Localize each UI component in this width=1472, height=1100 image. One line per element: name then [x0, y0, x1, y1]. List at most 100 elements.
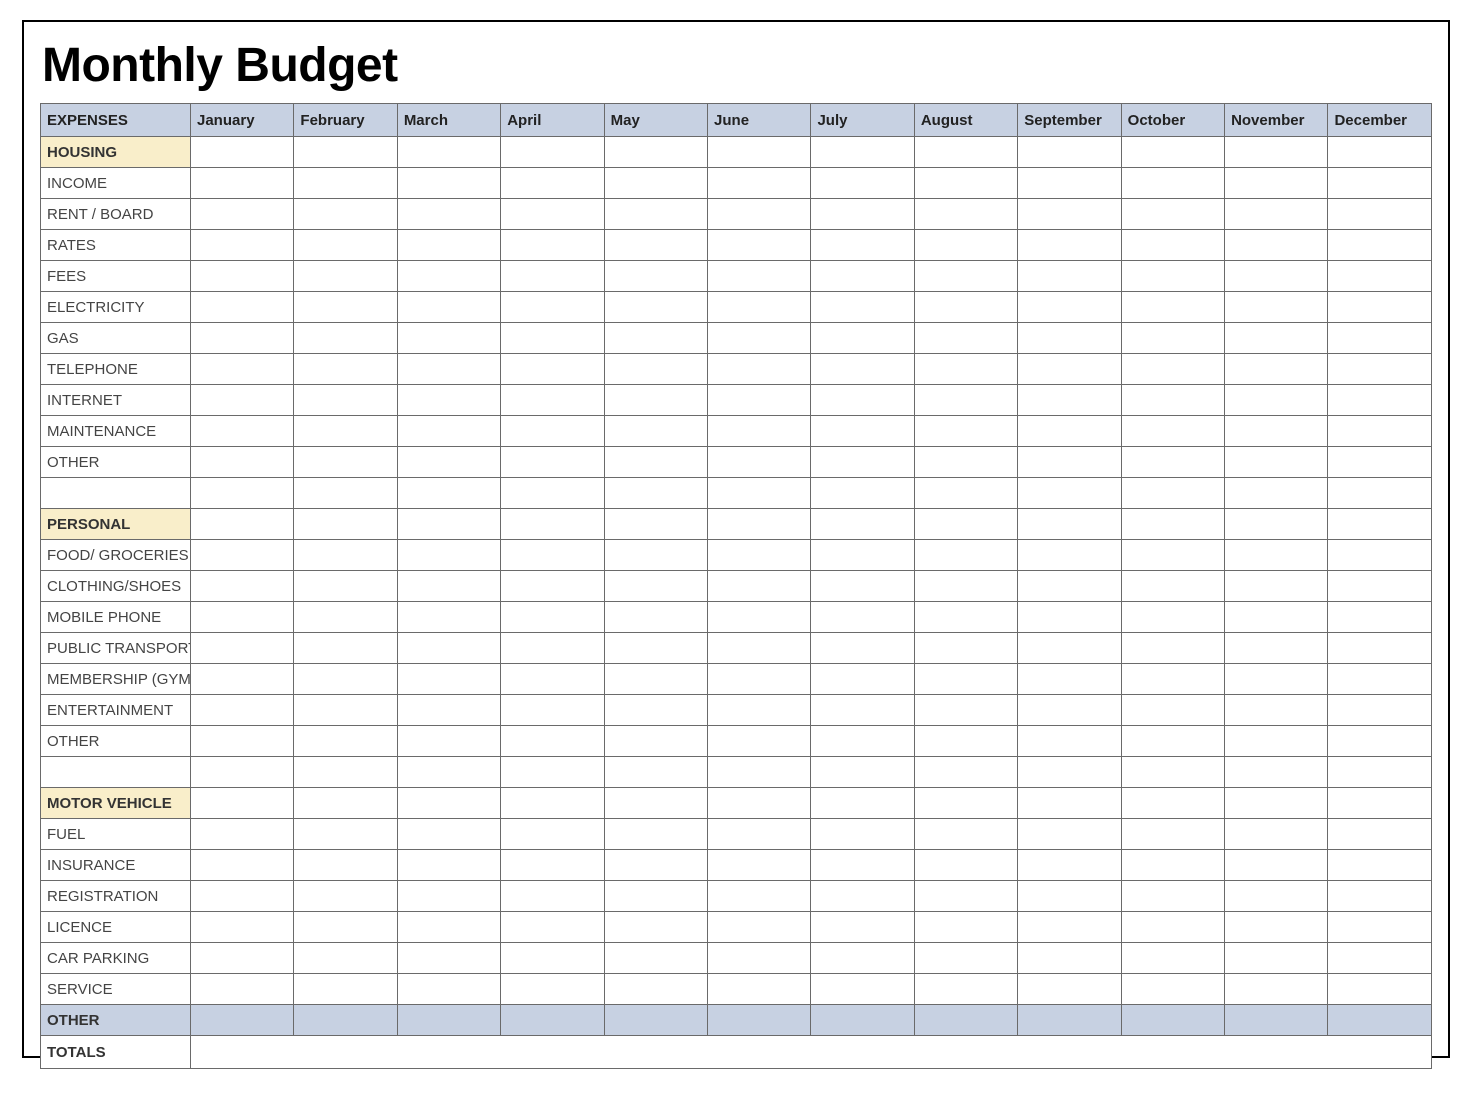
data-cell[interactable] — [1018, 571, 1121, 602]
data-cell[interactable] — [708, 881, 811, 912]
data-cell[interactable] — [1225, 509, 1328, 540]
data-cell[interactable] — [191, 819, 294, 850]
data-cell[interactable] — [811, 757, 914, 788]
data-cell[interactable] — [708, 633, 811, 664]
data-cell[interactable] — [1225, 385, 1328, 416]
data-cell[interactable] — [1328, 819, 1432, 850]
data-cell[interactable] — [294, 540, 397, 571]
data-cell[interactable] — [397, 292, 500, 323]
other-cell[interactable] — [811, 1005, 914, 1036]
data-cell[interactable] — [1225, 912, 1328, 943]
data-cell[interactable] — [604, 726, 707, 757]
data-cell[interactable] — [294, 199, 397, 230]
data-cell[interactable] — [397, 974, 500, 1005]
data-cell[interactable] — [811, 881, 914, 912]
data-cell[interactable] — [1121, 757, 1224, 788]
data-cell[interactable] — [1328, 354, 1432, 385]
data-cell[interactable] — [1018, 974, 1121, 1005]
data-cell[interactable] — [811, 478, 914, 509]
data-cell[interactable] — [191, 261, 294, 292]
data-cell[interactable] — [294, 323, 397, 354]
data-cell[interactable] — [914, 168, 1017, 199]
data-cell[interactable] — [708, 447, 811, 478]
data-cell[interactable] — [604, 974, 707, 1005]
data-cell[interactable] — [1225, 633, 1328, 664]
data-cell[interactable] — [604, 633, 707, 664]
data-cell[interactable] — [1328, 974, 1432, 1005]
data-cell[interactable] — [811, 943, 914, 974]
data-cell[interactable] — [397, 447, 500, 478]
data-cell[interactable] — [1121, 385, 1224, 416]
data-cell[interactable] — [708, 416, 811, 447]
data-cell[interactable] — [191, 633, 294, 664]
data-cell[interactable] — [604, 757, 707, 788]
data-cell[interactable] — [1121, 230, 1224, 261]
data-cell[interactable] — [914, 664, 1017, 695]
data-cell[interactable] — [501, 788, 604, 819]
data-cell[interactable] — [294, 757, 397, 788]
data-cell[interactable] — [1225, 447, 1328, 478]
data-cell[interactable] — [191, 571, 294, 602]
data-cell[interactable] — [1121, 943, 1224, 974]
data-cell[interactable] — [811, 726, 914, 757]
data-cell[interactable] — [1018, 633, 1121, 664]
data-cell[interactable] — [914, 602, 1017, 633]
data-cell[interactable] — [1328, 447, 1432, 478]
data-cell[interactable] — [708, 757, 811, 788]
data-cell[interactable] — [1225, 416, 1328, 447]
data-cell[interactable] — [294, 695, 397, 726]
data-cell[interactable] — [397, 199, 500, 230]
data-cell[interactable] — [1018, 168, 1121, 199]
data-cell[interactable] — [914, 416, 1017, 447]
data-cell[interactable] — [1121, 137, 1224, 168]
data-cell[interactable] — [191, 199, 294, 230]
data-cell[interactable] — [914, 726, 1017, 757]
data-cell[interactable] — [708, 912, 811, 943]
data-cell[interactable] — [604, 819, 707, 850]
data-cell[interactable] — [191, 974, 294, 1005]
data-cell[interactable] — [191, 447, 294, 478]
data-cell[interactable] — [1121, 881, 1224, 912]
data-cell[interactable] — [1121, 447, 1224, 478]
data-cell[interactable] — [1018, 602, 1121, 633]
data-cell[interactable] — [1018, 943, 1121, 974]
data-cell[interactable] — [1121, 261, 1224, 292]
data-cell[interactable] — [294, 881, 397, 912]
data-cell[interactable] — [914, 633, 1017, 664]
data-cell[interactable] — [1018, 261, 1121, 292]
data-cell[interactable] — [501, 540, 604, 571]
data-cell[interactable] — [1018, 230, 1121, 261]
data-cell[interactable] — [397, 695, 500, 726]
data-cell[interactable] — [501, 292, 604, 323]
data-cell[interactable] — [294, 230, 397, 261]
data-cell[interactable] — [1328, 137, 1432, 168]
data-cell[interactable] — [811, 137, 914, 168]
data-cell[interactable] — [1328, 509, 1432, 540]
data-cell[interactable] — [604, 850, 707, 881]
data-cell[interactable] — [914, 261, 1017, 292]
data-cell[interactable] — [604, 199, 707, 230]
data-cell[interactable] — [191, 385, 294, 416]
data-cell[interactable] — [294, 168, 397, 199]
data-cell[interactable] — [1225, 261, 1328, 292]
data-cell[interactable] — [1225, 571, 1328, 602]
data-cell[interactable] — [294, 447, 397, 478]
data-cell[interactable] — [708, 292, 811, 323]
data-cell[interactable] — [708, 230, 811, 261]
data-cell[interactable] — [294, 726, 397, 757]
data-cell[interactable] — [811, 974, 914, 1005]
data-cell[interactable] — [397, 819, 500, 850]
data-cell[interactable] — [914, 819, 1017, 850]
data-cell[interactable] — [914, 850, 1017, 881]
data-cell[interactable] — [397, 757, 500, 788]
data-cell[interactable] — [708, 385, 811, 416]
data-cell[interactable] — [1121, 788, 1224, 819]
data-cell[interactable] — [1121, 664, 1224, 695]
data-cell[interactable] — [708, 974, 811, 1005]
data-cell[interactable] — [811, 416, 914, 447]
data-cell[interactable] — [1328, 633, 1432, 664]
data-cell[interactable] — [811, 168, 914, 199]
data-cell[interactable] — [914, 695, 1017, 726]
data-cell[interactable] — [1225, 137, 1328, 168]
data-cell[interactable] — [294, 509, 397, 540]
